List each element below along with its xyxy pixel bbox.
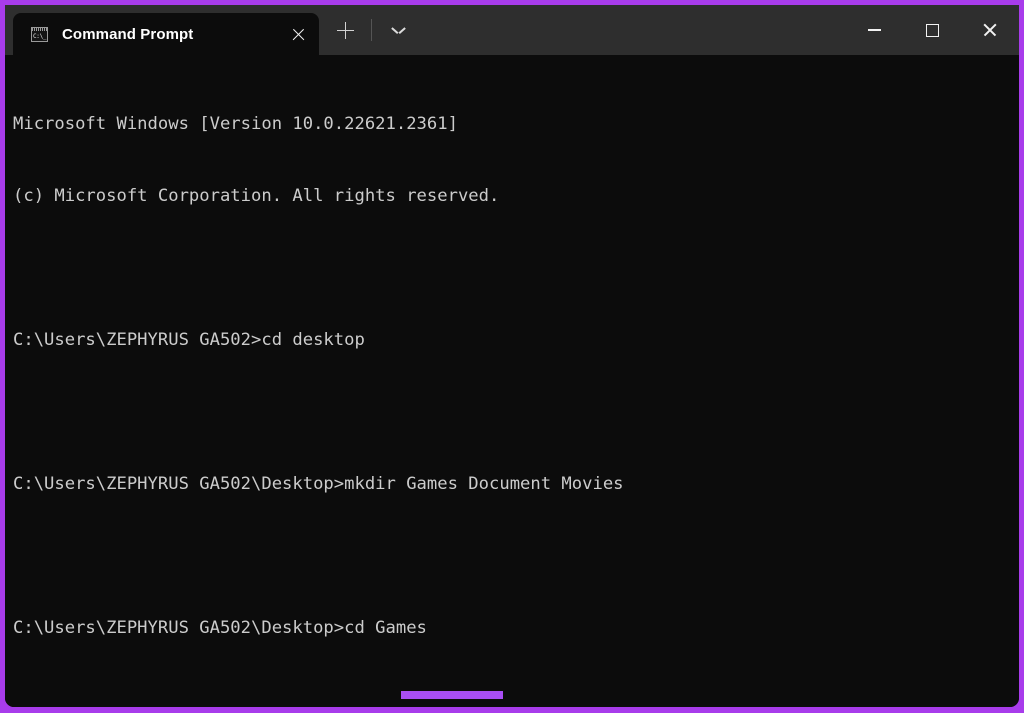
window-frame: C:\_ Command Prompt Microsoft Windows [V… <box>0 0 1024 713</box>
maximize-button[interactable] <box>903 5 961 55</box>
close-window-button[interactable] <box>961 5 1019 55</box>
tab-strip: C:\_ Command Prompt <box>5 5 319 55</box>
tab-actions-divider <box>371 19 372 41</box>
tab-close-button[interactable] <box>281 19 315 49</box>
tab-actions <box>319 5 418 55</box>
minimize-button[interactable] <box>845 5 903 55</box>
highlight-row <box>13 688 1019 707</box>
terminal-output[interactable]: Microsoft Windows [Version 10.0.22621.23… <box>5 55 1019 707</box>
close-icon <box>291 27 306 42</box>
close-icon <box>982 22 998 38</box>
command-prompt-icon: C:\_ <box>31 26 48 42</box>
new-tab-dropdown-button[interactable] <box>378 12 418 48</box>
terminal-line: C:\Users\ZEPHYRUS GA502>cd desktop <box>13 330 365 350</box>
plus-icon <box>336 21 354 39</box>
minimize-icon <box>867 29 881 31</box>
window-inner: C:\_ Command Prompt Microsoft Windows [V… <box>5 5 1019 707</box>
title-bar[interactable]: C:\_ Command Prompt <box>5 5 1019 55</box>
tab-title: Command Prompt <box>62 25 194 43</box>
chevron-down-icon <box>392 26 404 34</box>
maximize-icon <box>925 23 939 37</box>
terminal-line: Microsoft Windows [Version 10.0.22621.23… <box>13 114 458 134</box>
new-tab-button[interactable] <box>325 12 365 48</box>
command-prompt-icon-text: C:\_ <box>33 32 47 40</box>
terminal-line: C:\Users\ZEPHYRUS GA502\Desktop>cd Games <box>13 618 427 638</box>
tab-command-prompt[interactable]: C:\_ Command Prompt <box>13 13 319 55</box>
terminal-line: C:\Users\ZEPHYRUS GA502\Desktop>mkdir Ga… <box>13 474 624 494</box>
terminal-line: (c) Microsoft Corporation. All rights re… <box>13 186 500 206</box>
window-controls <box>845 5 1019 55</box>
command-highlight-underline <box>401 691 503 699</box>
